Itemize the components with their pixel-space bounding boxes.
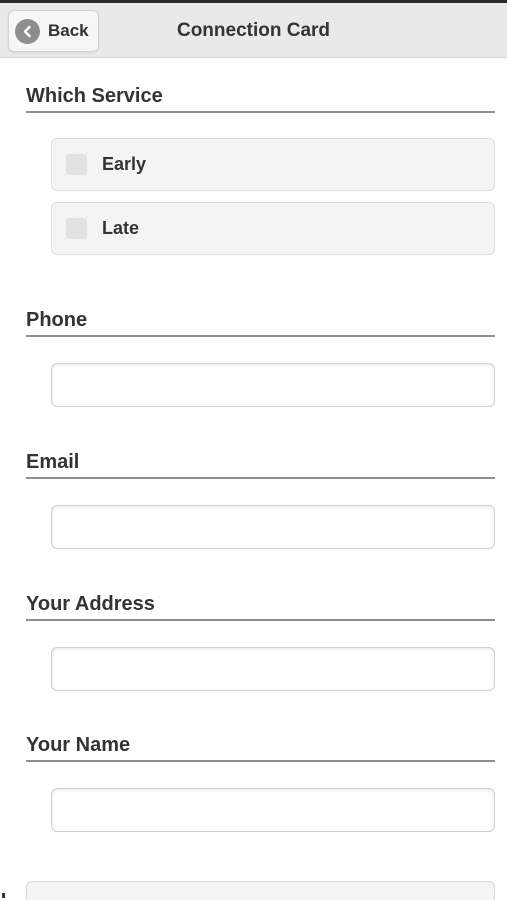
page-title: Connection Card <box>176 20 331 41</box>
address-field[interactable] <box>51 647 495 691</box>
checkbox-icon[interactable] <box>66 218 87 239</box>
bottom-button[interactable] <box>26 881 495 900</box>
address-heading: Your Address <box>26 593 495 621</box>
name-field[interactable] <box>51 788 495 832</box>
service-option-label: Early <box>102 154 147 174</box>
checkbox-icon[interactable] <box>66 154 87 175</box>
service-heading: Which Service <box>26 85 495 113</box>
service-option-early[interactable]: Early <box>51 138 495 191</box>
name-heading: Your Name <box>26 734 495 762</box>
email-heading: Email <box>26 451 495 479</box>
service-option-label: Late <box>102 218 140 238</box>
service-option-late[interactable]: Late <box>51 202 495 255</box>
edge-mark <box>2 893 5 898</box>
phone-field[interactable] <box>51 363 495 407</box>
email-field[interactable] <box>51 505 495 549</box>
header-bar: Back Connection Card <box>0 0 507 58</box>
connection-card-screen: Back Connection Card Which Service Early… <box>0 0 507 900</box>
phone-heading: Phone <box>26 309 495 337</box>
